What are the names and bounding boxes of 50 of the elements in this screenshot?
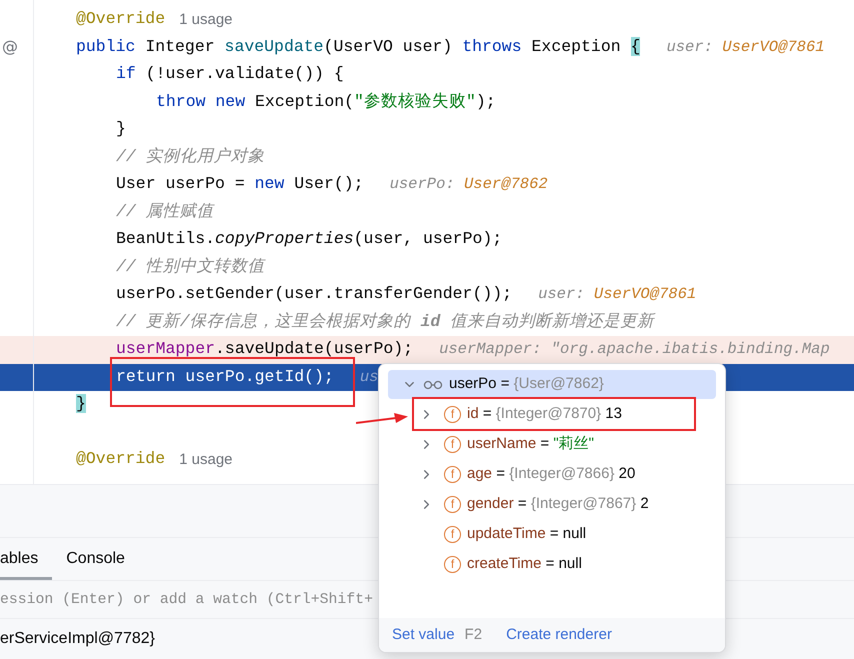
tree-row[interactable]: f gender = {Integer@7867} 2 <box>379 489 725 519</box>
frame-row-text[interactable]: erServiceImpl@7782} <box>0 627 155 651</box>
shortcut-hint: F2 <box>464 624 482 645</box>
code-line: BeanUtils.copyProperties(user, userPo); <box>116 228 502 250</box>
field-icon: f <box>444 466 461 482</box>
annotation-arrow <box>356 412 408 426</box>
variable-label: gender = {Integer@7867} 2 <box>467 494 649 514</box>
code-line: public Integer saveUpdate(UserVO user) throws Exception { <box>76 36 640 58</box>
tree-row[interactable]: f id = {Integer@7870} 13 <box>379 399 725 429</box>
code-line: userMapper.saveUpdate(userPo); <box>116 338 414 360</box>
code-line: throw new Exception("参数核验失败"); <box>156 90 496 113</box>
variable-label: userName = "莉丝" <box>467 434 594 454</box>
tree-row[interactable]: f createTime = null <box>379 549 725 579</box>
field-icon: f <box>444 496 461 512</box>
usage-hint[interactable]: 1 usage <box>179 448 233 471</box>
field-icon: f <box>444 406 461 422</box>
variable-label: userPo = {User@7862} <box>449 374 604 394</box>
code-line: // 更新/保存信息，这里会根据对象的 id 值来自动判断新增还是更新 <box>116 310 654 333</box>
implementation-gutter-marker[interactable]: @ <box>2 35 18 60</box>
inline-value-hint: userMapper: "org.apache.ibatis.binding.Map <box>439 339 830 360</box>
tree-row[interactable]: f userName = "莉丝" <box>379 429 725 459</box>
code-line: if (!user.validate()) { <box>116 63 344 86</box>
variable-label: updateTime = null <box>467 524 586 544</box>
code-line: @Override <box>76 448 166 470</box>
variable-label: id = {Integer@7870} 13 <box>467 404 622 424</box>
code-line: } <box>116 118 126 140</box>
glasses-icon <box>423 380 443 390</box>
popup-action-link[interactable]: Set value <box>392 624 455 646</box>
inline-value-hint: user: UserVO@7861 <box>538 284 696 306</box>
field-icon: f <box>444 526 461 542</box>
inline-value-hint: userPo: User@7862 <box>390 174 548 196</box>
code-line: // 实例化用户对象 <box>116 146 265 168</box>
popup-action-link[interactable]: Create renderer <box>506 624 612 646</box>
code-line: userPo.setGender(user.transferGender()); <box>116 283 512 306</box>
usage-hint[interactable]: 1 usage <box>179 8 233 31</box>
code-line: // 性别中文转数值 <box>116 256 265 278</box>
field-icon: f <box>444 436 461 452</box>
tree-row[interactable]: f age = {Integer@7866} 20 <box>379 459 725 489</box>
inline-value-hint: us <box>360 366 378 388</box>
code-line: User userPo = new User(); <box>116 173 364 196</box>
variable-label: createTime = null <box>467 554 582 574</box>
field-icon: f <box>444 556 461 572</box>
variable-label: age = {Integer@7866} 20 <box>467 464 636 484</box>
code-line: // 属性赋值 <box>116 200 214 223</box>
code-line: return userPo.getId(); <box>116 366 334 388</box>
tree-row[interactable]: f updateTime = null <box>379 519 725 549</box>
tree-root-row[interactable]: userPo = {User@7862} <box>388 370 716 399</box>
panel-tab[interactable]: Console <box>52 538 139 580</box>
code-line: @Override <box>76 8 166 30</box>
inline-value-hint: user: UserVO@7861 <box>666 36 825 58</box>
